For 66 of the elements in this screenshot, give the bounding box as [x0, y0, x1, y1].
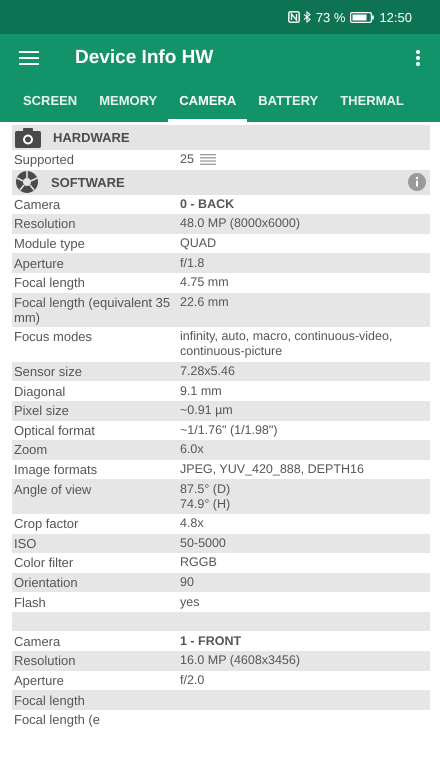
property-value: 7.28x5.46	[180, 364, 235, 380]
property-label: Color filter	[14, 555, 74, 570]
property-label: Focal length (e	[14, 712, 101, 728]
property-value: 16.0 MP (4608x3456)	[180, 653, 300, 668]
property-value: 1 - FRONT	[180, 634, 242, 649]
property-label: ISO	[14, 536, 38, 551]
menu-icon[interactable]	[19, 51, 39, 65]
property-value: 90	[180, 574, 194, 590]
property-label: Camera	[14, 634, 62, 649]
battery-percent: 73 %	[316, 10, 346, 24]
section-title: SOFTWARE	[51, 174, 126, 190]
property-label: Module type	[14, 236, 86, 252]
more-options-icon[interactable]	[416, 50, 420, 66]
tab[interactable]: THERMAL	[329, 82, 415, 122]
property-label: Angle of view	[14, 482, 92, 499]
property-label: Pixel size	[14, 403, 70, 418]
property-label: Resolution	[14, 216, 76, 232]
property-label: Flash	[14, 594, 47, 610]
property-value: 0 - BACK	[180, 196, 234, 212]
property-value: 50-5000	[180, 536, 226, 551]
property-value: 4.75 mm	[180, 275, 229, 290]
property-label: Crop factor	[14, 516, 80, 532]
property-value: f/1.8	[180, 256, 204, 271]
bluetooth-icon	[302, 11, 311, 23]
property-label: Focal length	[14, 275, 86, 290]
property-label: Aperture	[14, 256, 65, 271]
tab[interactable]: MEMORY	[88, 82, 168, 122]
property-label: Supported	[14, 152, 75, 168]
property-label: Resolution	[14, 653, 76, 668]
tab[interactable]: BATTERY	[247, 82, 330, 122]
section-title: HARDWARE	[53, 130, 131, 145]
camera-icon	[15, 128, 41, 148]
property-value: 87.5° (D) 74.9° (H)	[180, 482, 230, 512]
property-label: Camera	[14, 196, 62, 212]
property-value: QUAD	[180, 236, 216, 252]
property-label: Focal length	[14, 692, 86, 708]
battery-icon	[350, 12, 374, 22]
property-value: JPEG, YUV_420_888, DEPTH16	[180, 462, 364, 478]
property-value: 25	[180, 152, 194, 168]
property-value: 9.1 mm	[180, 384, 222, 399]
property-label: Zoom	[14, 442, 48, 458]
tab[interactable]: SCREEN	[0, 82, 88, 122]
app-title: Device Info HW	[75, 47, 214, 69]
property-label: Sensor size	[14, 364, 83, 380]
property-value: ~0.91 µm	[180, 403, 233, 418]
property-label: Diagonal	[14, 384, 66, 399]
list-icon[interactable]	[200, 154, 216, 166]
property-label: Focal length (equivalent 35 mm)	[14, 294, 172, 325]
property-label: Focus modes	[14, 329, 94, 346]
property-label: Image formats	[14, 462, 98, 478]
property-value: yes	[180, 594, 200, 610]
tab[interactable]: CAMERA	[168, 82, 248, 122]
clock: 12:50	[379, 10, 412, 24]
property-value: 48.0 MP (8000x6000)	[180, 216, 300, 232]
nfc-icon	[288, 11, 300, 23]
property-value: 22.6 mm	[180, 294, 229, 310]
property-value: f/2.0	[180, 672, 204, 688]
property-label: Aperture	[14, 672, 65, 688]
property-value: 4.8x	[180, 516, 204, 532]
property-label: Orientation	[14, 574, 79, 590]
info-icon[interactable]	[408, 173, 426, 192]
property-value: infinity, auto, macro, continuous-video, continuous-picture	[180, 329, 394, 360]
property-value: ~1/1.76" (1/1.98")	[180, 422, 278, 438]
property-value: RGGB	[180, 555, 217, 570]
property-value: 6.0x	[180, 442, 204, 458]
property-label: Optical format	[14, 422, 96, 438]
